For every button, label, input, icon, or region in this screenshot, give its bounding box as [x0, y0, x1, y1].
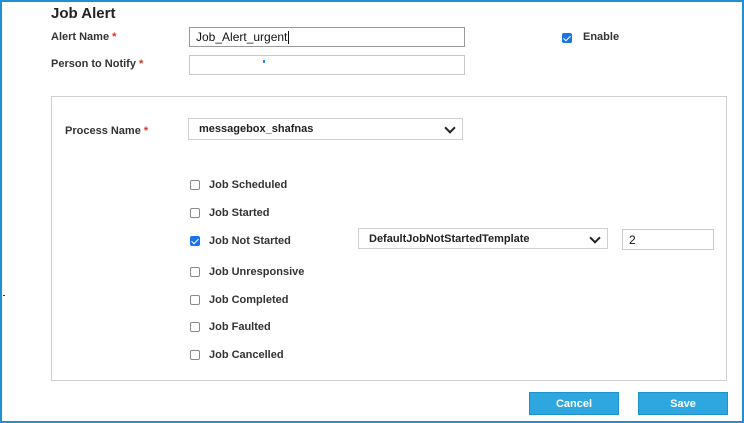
- job-not-started-label: Job Not Started: [209, 235, 291, 247]
- job-not-started-value: 2: [629, 232, 636, 247]
- job-completed-checkbox[interactable]: [190, 295, 200, 305]
- job-not-started-checkbox[interactable]: [190, 236, 200, 246]
- process-name-value: messagebox_shafnas: [199, 123, 314, 135]
- chevron-down-icon: [444, 122, 456, 134]
- job-started-checkbox[interactable]: [190, 208, 200, 218]
- alert-name-value: Job_Alert_urgent: [196, 30, 288, 44]
- alert-name-label: Alert Name *: [51, 31, 116, 43]
- enable-label: Enable: [583, 31, 620, 43]
- person-to-notify-label-text: Person to Notify: [51, 58, 136, 70]
- edge-artifact: [3, 295, 5, 296]
- cancel-button[interactable]: Cancel: [529, 392, 619, 415]
- job-started-label: Job Started: [209, 207, 270, 219]
- job-unresponsive-checkbox[interactable]: [190, 267, 200, 277]
- job-completed-label: Job Completed: [209, 294, 289, 306]
- input-artifact: [263, 60, 265, 63]
- template-value: DefaultJobNotStartedTemplate: [369, 232, 530, 245]
- required-mark: *: [143, 125, 149, 137]
- process-name-label: Process Name *: [65, 125, 148, 137]
- required-mark: *: [138, 58, 144, 70]
- job-cancelled-label: Job Cancelled: [209, 349, 284, 361]
- person-to-notify-input[interactable]: [189, 55, 465, 75]
- process-name-label-text: Process Name: [65, 125, 141, 137]
- job-not-started-template-select[interactable]: DefaultJobNotStartedTemplate: [358, 228, 608, 249]
- job-not-started-value-input[interactable]: 2: [622, 229, 714, 250]
- save-button[interactable]: Save: [638, 392, 728, 415]
- alert-name-label-text: Alert Name: [51, 31, 110, 43]
- process-name-select[interactable]: messagebox_shafnas: [188, 118, 463, 140]
- alert-name-input[interactable]: Job_Alert_urgent: [189, 27, 465, 47]
- dialog-title: Job Alert: [51, 5, 116, 22]
- job-faulted-label: Job Faulted: [209, 321, 271, 333]
- job-scheduled-checkbox[interactable]: [190, 180, 200, 190]
- job-unresponsive-label: Job Unresponsive: [209, 266, 305, 278]
- job-scheduled-label: Job Scheduled: [209, 179, 288, 191]
- person-to-notify-label: Person to Notify *: [51, 58, 143, 70]
- job-cancelled-checkbox[interactable]: [190, 350, 200, 360]
- required-mark: *: [112, 31, 117, 43]
- chevron-down-icon: [589, 231, 601, 244]
- job-faulted-checkbox[interactable]: [190, 322, 200, 332]
- text-caret: [288, 30, 290, 44]
- enable-checkbox[interactable]: [562, 33, 572, 43]
